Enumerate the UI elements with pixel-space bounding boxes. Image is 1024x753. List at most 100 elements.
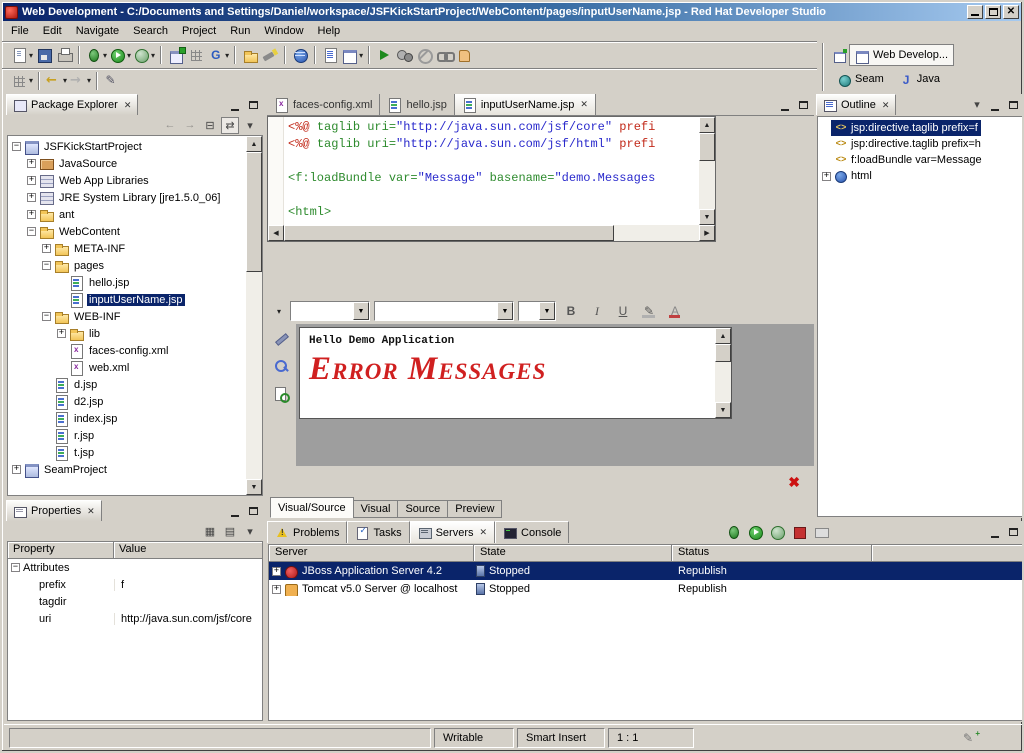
editor-tab-hello-jsp[interactable]: hello.jsp — [380, 94, 455, 115]
font-size-combo[interactable]: ▼ — [518, 301, 556, 321]
scrollbar-thumb[interactable] — [715, 344, 731, 362]
source-code[interactable]: <%@ taglib uri="http://java.sun.com/jsf/… — [284, 117, 699, 225]
back-history-button[interactable]: ▾ — [44, 70, 68, 92]
open-perspective-button[interactable] — [831, 47, 849, 64]
package-explorer-tab[interactable]: Package Explorer ✕ — [6, 94, 139, 115]
minimize-view-button[interactable] — [226, 97, 244, 113]
maximize-view-button[interactable] — [1004, 524, 1022, 540]
editor-tab-inputusername-jsp[interactable]: inputUserName.jsp ✕ — [454, 94, 596, 115]
column-header-state[interactable]: State — [474, 545, 672, 562]
menu-project[interactable]: Project — [175, 23, 223, 39]
visual-canvas[interactable]: Hello Demo Application Error Messages ▲ … — [296, 324, 814, 466]
column-header-status[interactable]: Status — [672, 545, 872, 562]
mark-occurrences-button[interactable] — [102, 70, 122, 92]
scroll-up-button[interactable]: ▲ — [715, 328, 731, 344]
tab-console[interactable]: Console — [495, 521, 570, 543]
column-header-property[interactable]: Property — [8, 542, 114, 559]
visual-toolbar-menu-icon[interactable]: ▾ — [272, 307, 286, 316]
show-categories-button[interactable]: ▦ — [201, 523, 219, 540]
close-view-icon[interactable]: ✕ — [87, 506, 95, 517]
tree-item-meta-inf[interactable]: + META-INF — [8, 240, 246, 257]
maximize-editor-button[interactable] — [794, 97, 812, 113]
menu-edit[interactable]: Edit — [36, 23, 69, 39]
menu-file[interactable]: File — [4, 23, 36, 39]
report-button[interactable] — [320, 44, 340, 66]
outline-tab[interactable]: Outline ✕ — [816, 94, 897, 115]
menu-search[interactable]: Search — [126, 23, 175, 39]
new-web-project-button[interactable] — [166, 44, 186, 66]
expander-icon[interactable]: − — [27, 227, 36, 236]
maximize-view-button[interactable] — [244, 503, 262, 519]
property-row-prefix[interactable]: prefix f — [8, 576, 262, 593]
tab-visual[interactable]: Visual — [352, 500, 399, 518]
show-grid-button[interactable]: ▾ — [10, 70, 34, 92]
expander-icon[interactable]: + — [272, 584, 281, 594]
maximize-button[interactable] — [985, 5, 1001, 19]
scrollbar-track[interactable] — [699, 161, 715, 209]
close-button[interactable]: ✕ — [1003, 5, 1019, 19]
maximize-view-button[interactable] — [244, 97, 262, 113]
show-palette-button[interactable]: ▾ — [340, 44, 364, 66]
forward-history-button[interactable]: ▾ — [68, 70, 92, 92]
expander-icon[interactable]: + — [27, 210, 36, 219]
bold-button[interactable]: B — [560, 301, 582, 321]
scrollbar-track[interactable] — [715, 362, 731, 402]
minimize-view-button[interactable] — [986, 524, 1004, 540]
scroll-left-button[interactable]: ◀ — [268, 225, 284, 241]
new-package-button[interactable] — [186, 44, 206, 66]
run-button[interactable]: ▾ — [108, 44, 132, 66]
vpe-preferences-button[interactable] — [271, 328, 292, 349]
insert-mode-status[interactable]: Smart Insert — [517, 728, 605, 748]
scroll-up-button[interactable]: ▲ — [246, 136, 262, 152]
drag-hand-button[interactable] — [454, 44, 474, 66]
expander-icon[interactable]: − — [11, 563, 20, 572]
tree-item-faces-config-xml[interactable]: faces-config.xml — [8, 342, 246, 359]
tree-item-d2-jsp[interactable]: d2.jsp — [8, 393, 246, 410]
italic-button[interactable]: I — [586, 301, 608, 321]
expander-icon[interactable]: + — [27, 193, 36, 202]
perspective-web-develop[interactable]: Web Develop... — [849, 44, 955, 66]
tab-servers[interactable]: Servers ✕ — [409, 521, 496, 543]
visual-document[interactable]: Hello Demo Application Error Messages ▲ … — [299, 327, 732, 419]
debug-server-button[interactable] — [724, 521, 744, 543]
editor-sash[interactable] — [267, 242, 814, 298]
source-editor[interactable]: <%@ taglib uri="http://java.sun.com/jsf/… — [267, 116, 716, 242]
scroll-down-button[interactable]: ▼ — [715, 402, 731, 418]
scrollbar-thumb[interactable] — [284, 225, 614, 241]
outline-item-html[interactable]: + html — [818, 168, 1022, 184]
expander-icon[interactable]: + — [12, 465, 21, 474]
expander-icon[interactable]: − — [42, 261, 51, 270]
tree-item-hello-jsp[interactable]: hello.jsp — [8, 274, 246, 291]
minimize-editor-button[interactable] — [776, 97, 794, 113]
tree-item-webcontent[interactable]: − WebContent — [8, 223, 246, 240]
tree-item-index-jsp[interactable]: index.jsp — [8, 410, 246, 427]
close-view-icon[interactable]: ✕ — [882, 100, 890, 111]
outline-item-jsp-directive-taglib-prefix-f[interactable]: <> jsp:directive.taglib prefix=f — [818, 120, 1022, 136]
source-horizontal-scrollbar[interactable]: ◀ ▶ — [268, 225, 715, 241]
expander-icon[interactable]: − — [42, 312, 51, 321]
stop-button[interactable] — [414, 44, 434, 66]
source-vertical-scrollbar[interactable]: ▲ ▼ — [699, 117, 715, 225]
vertical-scrollbar[interactable]: ▲ ▼ — [246, 136, 262, 495]
synchronize-button[interactable] — [394, 44, 414, 66]
tab-tasks[interactable]: Tasks — [347, 521, 410, 543]
vpe-zoom-button[interactable] — [271, 356, 292, 377]
tab-visual-source[interactable]: Visual/Source — [270, 497, 354, 518]
close-tab-icon[interactable]: ✕ — [480, 527, 488, 538]
perspective-java[interactable]: Java — [893, 68, 946, 90]
open-resource-button[interactable] — [240, 44, 260, 66]
collapse-all-button[interactable]: ⊟ — [201, 117, 219, 134]
properties-tab[interactable]: Properties ✕ — [6, 500, 102, 521]
combo-dropdown-icon[interactable]: ▼ — [353, 302, 369, 320]
scroll-right-button[interactable]: ▶ — [699, 225, 715, 241]
expander-icon[interactable]: − — [12, 142, 21, 151]
print-button[interactable] — [54, 44, 74, 66]
scroll-down-button[interactable]: ▼ — [699, 209, 715, 225]
combo-dropdown-icon[interactable]: ▼ — [497, 302, 513, 320]
titlebar[interactable]: Web Development - C:/Documents and Setti… — [3, 3, 1021, 21]
expander-icon[interactable]: + — [57, 329, 66, 338]
highlight-color-button[interactable]: ✎ — [638, 301, 660, 321]
tree-item-pages[interactable]: − pages — [8, 257, 246, 274]
tree-item-d-jsp[interactable]: d.jsp — [8, 376, 246, 393]
font-name-combo[interactable]: ▼ — [374, 301, 514, 321]
